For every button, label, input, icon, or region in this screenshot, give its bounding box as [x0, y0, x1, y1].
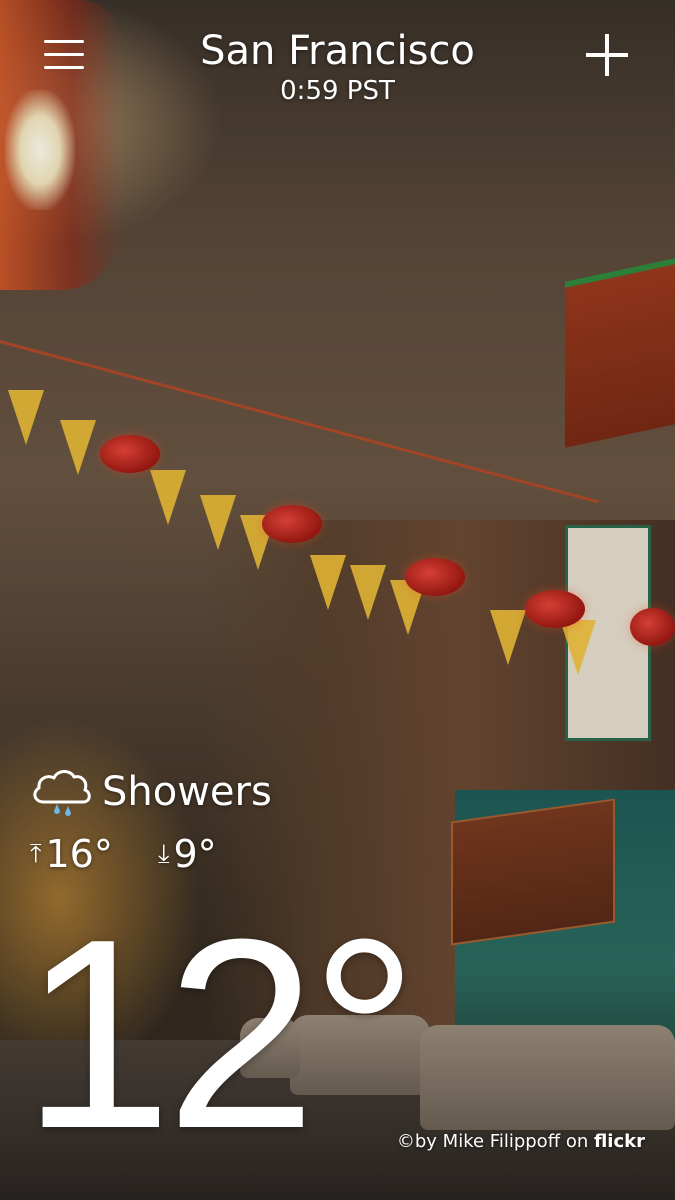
city-name: San Francisco — [200, 28, 475, 74]
cloud-rain-icon — [30, 766, 94, 818]
local-time: 0:59 PST — [280, 76, 395, 106]
condition-label: Showers — [102, 769, 272, 815]
weather-condition: Showers — [30, 762, 272, 822]
high-temp-value: 16° — [45, 832, 113, 876]
photo-credit-link[interactable]: ©by Mike Filippoff on flickr — [397, 1131, 645, 1152]
add-location-button[interactable] — [584, 32, 630, 78]
arrow-down-icon: ⤓ — [158, 838, 170, 869]
low-temp: ⤓ 9° — [158, 832, 217, 876]
location-header: San Francisco 0:59 PST — [0, 28, 675, 106]
low-temp-value: 9° — [173, 832, 217, 876]
high-temp: ⤒ 16° — [30, 832, 113, 876]
arrow-up-icon: ⤒ — [30, 838, 42, 869]
flickr-brand: flickr — [593, 1131, 645, 1152]
current-temperature: 12° — [22, 884, 418, 1185]
photo-credit-text: ©by Mike Filippoff on — [396, 1131, 594, 1152]
